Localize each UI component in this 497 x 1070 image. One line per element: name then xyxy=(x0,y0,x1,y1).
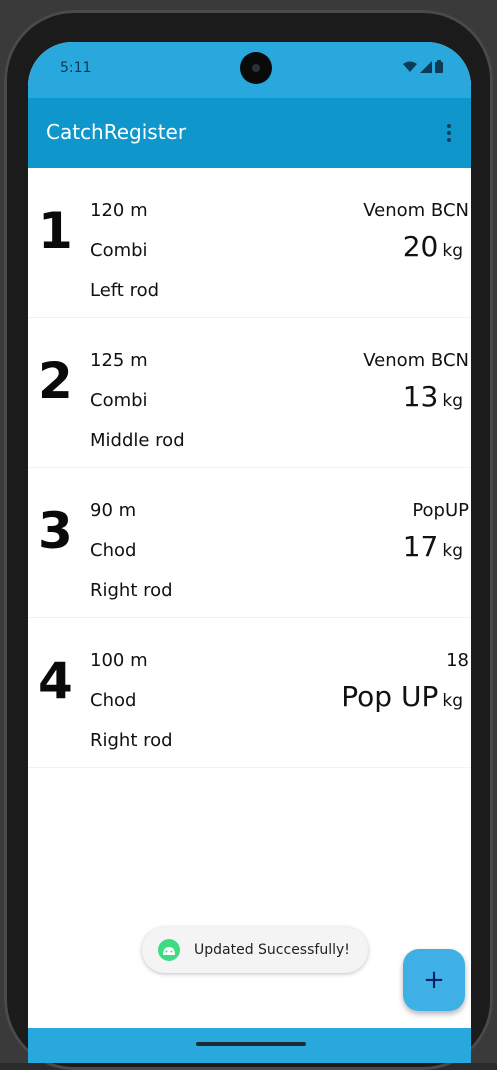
signal-icon xyxy=(420,60,432,73)
app-title: CatchRegister xyxy=(46,120,187,144)
item-distance: 120 m xyxy=(90,200,148,221)
battery-icon xyxy=(435,60,443,73)
navigation-bar xyxy=(28,1028,471,1063)
more-vert-icon[interactable] xyxy=(437,118,461,148)
home-indicator[interactable] xyxy=(196,1042,306,1046)
item-rod: Right rod xyxy=(90,730,173,751)
item-rig: Combi xyxy=(90,240,148,261)
item-rod: Right rod xyxy=(90,580,173,601)
item-distance: 125 m xyxy=(90,350,148,371)
weight-value: 17 xyxy=(402,530,439,563)
front-camera xyxy=(240,52,272,84)
item-number: 3 xyxy=(38,502,73,560)
item-bait: Venom BCN xyxy=(363,350,469,371)
list-item[interactable]: 4 100 m Chod Right rod 18 Pop UP kg xyxy=(28,618,471,768)
status-icons xyxy=(403,60,443,73)
add-button[interactable]: + xyxy=(403,949,465,1011)
item-distance: 100 m xyxy=(90,650,148,671)
catch-list: 1 120 m Combi Left rod Venom BCN 20 kg 2… xyxy=(28,168,471,768)
toast-text: Updated Successfully! xyxy=(194,942,350,958)
item-bait: 18 xyxy=(446,650,469,671)
status-time: 5:11 xyxy=(60,60,92,76)
item-rig: Chod xyxy=(90,540,137,561)
weight-unit: kg xyxy=(442,241,463,261)
item-rig: Combi xyxy=(90,390,148,411)
item-number: 2 xyxy=(38,352,73,410)
wifi-icon xyxy=(403,61,417,72)
weight-value: 20 xyxy=(402,230,439,263)
weight-value: 13 xyxy=(402,380,439,413)
weight-unit: kg xyxy=(442,541,463,561)
app-bar: CatchRegister xyxy=(28,98,471,168)
item-distance: 90 m xyxy=(90,500,137,521)
item-bait: Venom BCN xyxy=(363,200,469,221)
item-rod: Middle rod xyxy=(90,430,185,451)
toast: Updated Successfully! xyxy=(142,927,368,973)
list-item[interactable]: 2 125 m Combi Middle rod Venom BCN 13 kg xyxy=(28,318,471,468)
item-weight: 17 kg xyxy=(403,530,463,563)
list-item[interactable]: 1 120 m Combi Left rod Venom BCN 20 kg xyxy=(28,168,471,318)
weight-unit: kg xyxy=(442,691,463,711)
weight-value: Pop UP xyxy=(341,680,439,713)
item-rod: Left rod xyxy=(90,280,160,301)
android-icon xyxy=(158,939,180,961)
item-number: 4 xyxy=(38,652,73,710)
add-icon: + xyxy=(423,965,445,995)
weight-unit: kg xyxy=(442,391,463,411)
item-bait: PopUP xyxy=(412,500,469,521)
item-rig: Chod xyxy=(90,690,137,711)
screen: 5:11 CatchRegister 1 120 m Combi Left ro… xyxy=(28,42,471,1063)
device-frame: 5:11 CatchRegister 1 120 m Combi Left ro… xyxy=(0,0,497,1070)
item-weight: 13 kg xyxy=(403,380,463,413)
status-bar: 5:11 xyxy=(28,42,471,98)
item-weight: Pop UP kg xyxy=(341,680,463,713)
item-weight: 20 kg xyxy=(403,230,463,263)
item-number: 1 xyxy=(38,202,73,260)
list-item[interactable]: 3 90 m Chod Right rod PopUP 17 kg xyxy=(28,468,471,618)
